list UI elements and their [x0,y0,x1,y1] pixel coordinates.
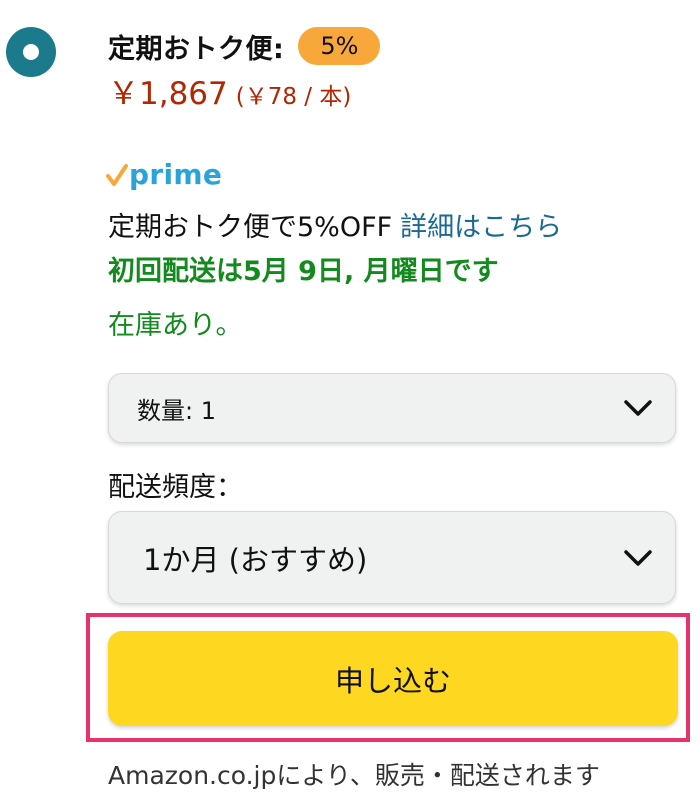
seller-info: Amazon.co.jpにより、販売・配送されます [108,761,600,790]
unit-price: (￥78 / 本) [235,84,352,110]
prime-logo-text: prime [129,157,223,191]
offer-line: 定期おトク便で5%OFF 詳細はこちら [108,206,562,250]
chevron-down-icon [624,400,652,416]
quantity-selected-value: 数量: 1 [137,396,216,425]
plan-title: 定期おトク便: [108,33,285,65]
first-delivery-date: 初回配送は5月 9日, 月曜日です [108,256,499,287]
subscribe-button[interactable]: 申し込む [108,631,678,726]
details-link[interactable]: 詳細はこちら [400,212,562,243]
prime-check-icon [106,164,128,186]
plan-title-row: 定期おトク便: 5% [108,24,381,68]
stock-status: 在庫あり。 [108,310,243,341]
price-row: ￥1,867 (￥78 / 本) [108,68,352,112]
chevron-down-icon [624,549,652,566]
offer-text: 定期おトク便で5%OFF [108,212,393,243]
quantity-dropdown[interactable]: 数量: 1 [108,373,676,443]
frequency-label: 配送頻度： [108,472,243,503]
prime-logo: prime [106,156,222,192]
frequency-selected-value: 1か月 (おすすめ) [143,542,368,577]
subscription-radio-selected-icon[interactable] [6,27,56,77]
subscription-price: ￥1,867 [108,76,228,112]
frequency-dropdown[interactable]: 1か月 (おすすめ) [108,511,676,604]
discount-badge: 5% [298,27,381,65]
